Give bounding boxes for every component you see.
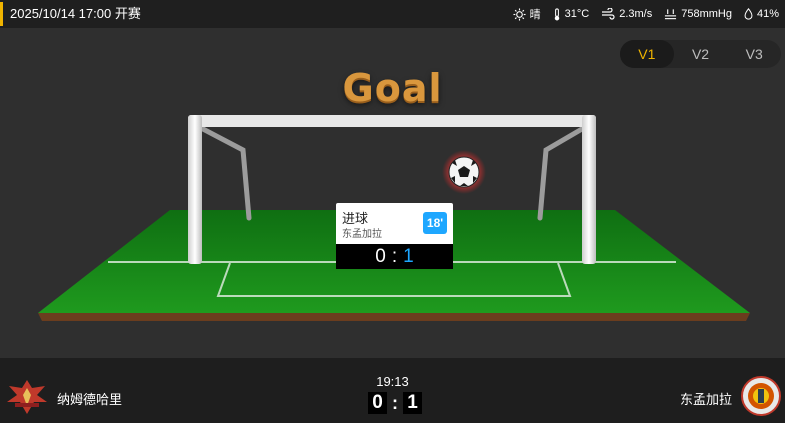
event-minute-badge: 18' xyxy=(423,212,447,234)
away-score: 1 xyxy=(403,392,422,414)
match-clock: 19:13 xyxy=(376,374,409,389)
home-team-name: 纳姆德哈里 xyxy=(57,392,123,407)
event-team: 东孟加拉 xyxy=(342,229,382,240)
event-home-score: 0 xyxy=(375,246,386,267)
away-team-logo xyxy=(741,376,781,416)
event-popup: 进球 东孟加拉 18' 0:1 xyxy=(336,203,453,269)
scoreboard: 纳姆德哈里 19:13 0 : 1 东孟加拉 xyxy=(0,358,785,423)
tab-v2[interactable]: V2 xyxy=(674,40,728,68)
tab-v3[interactable]: V3 xyxy=(727,40,781,68)
away-team-name: 东孟加拉 xyxy=(679,392,732,407)
match-score: 0 : 1 xyxy=(368,392,422,414)
score-separator: : xyxy=(392,392,398,413)
football-icon xyxy=(442,150,486,194)
event-title: Goal xyxy=(342,66,443,110)
tab-v1[interactable]: V1 xyxy=(620,40,674,68)
event-score: 0:1 xyxy=(336,244,453,269)
view-switcher: V1 V2 V3 xyxy=(620,40,781,68)
event-score-separator: : xyxy=(391,246,398,267)
home-score: 0 xyxy=(368,392,387,414)
pitch-soil-edge xyxy=(38,313,750,321)
event-away-score: 1 xyxy=(403,246,414,267)
